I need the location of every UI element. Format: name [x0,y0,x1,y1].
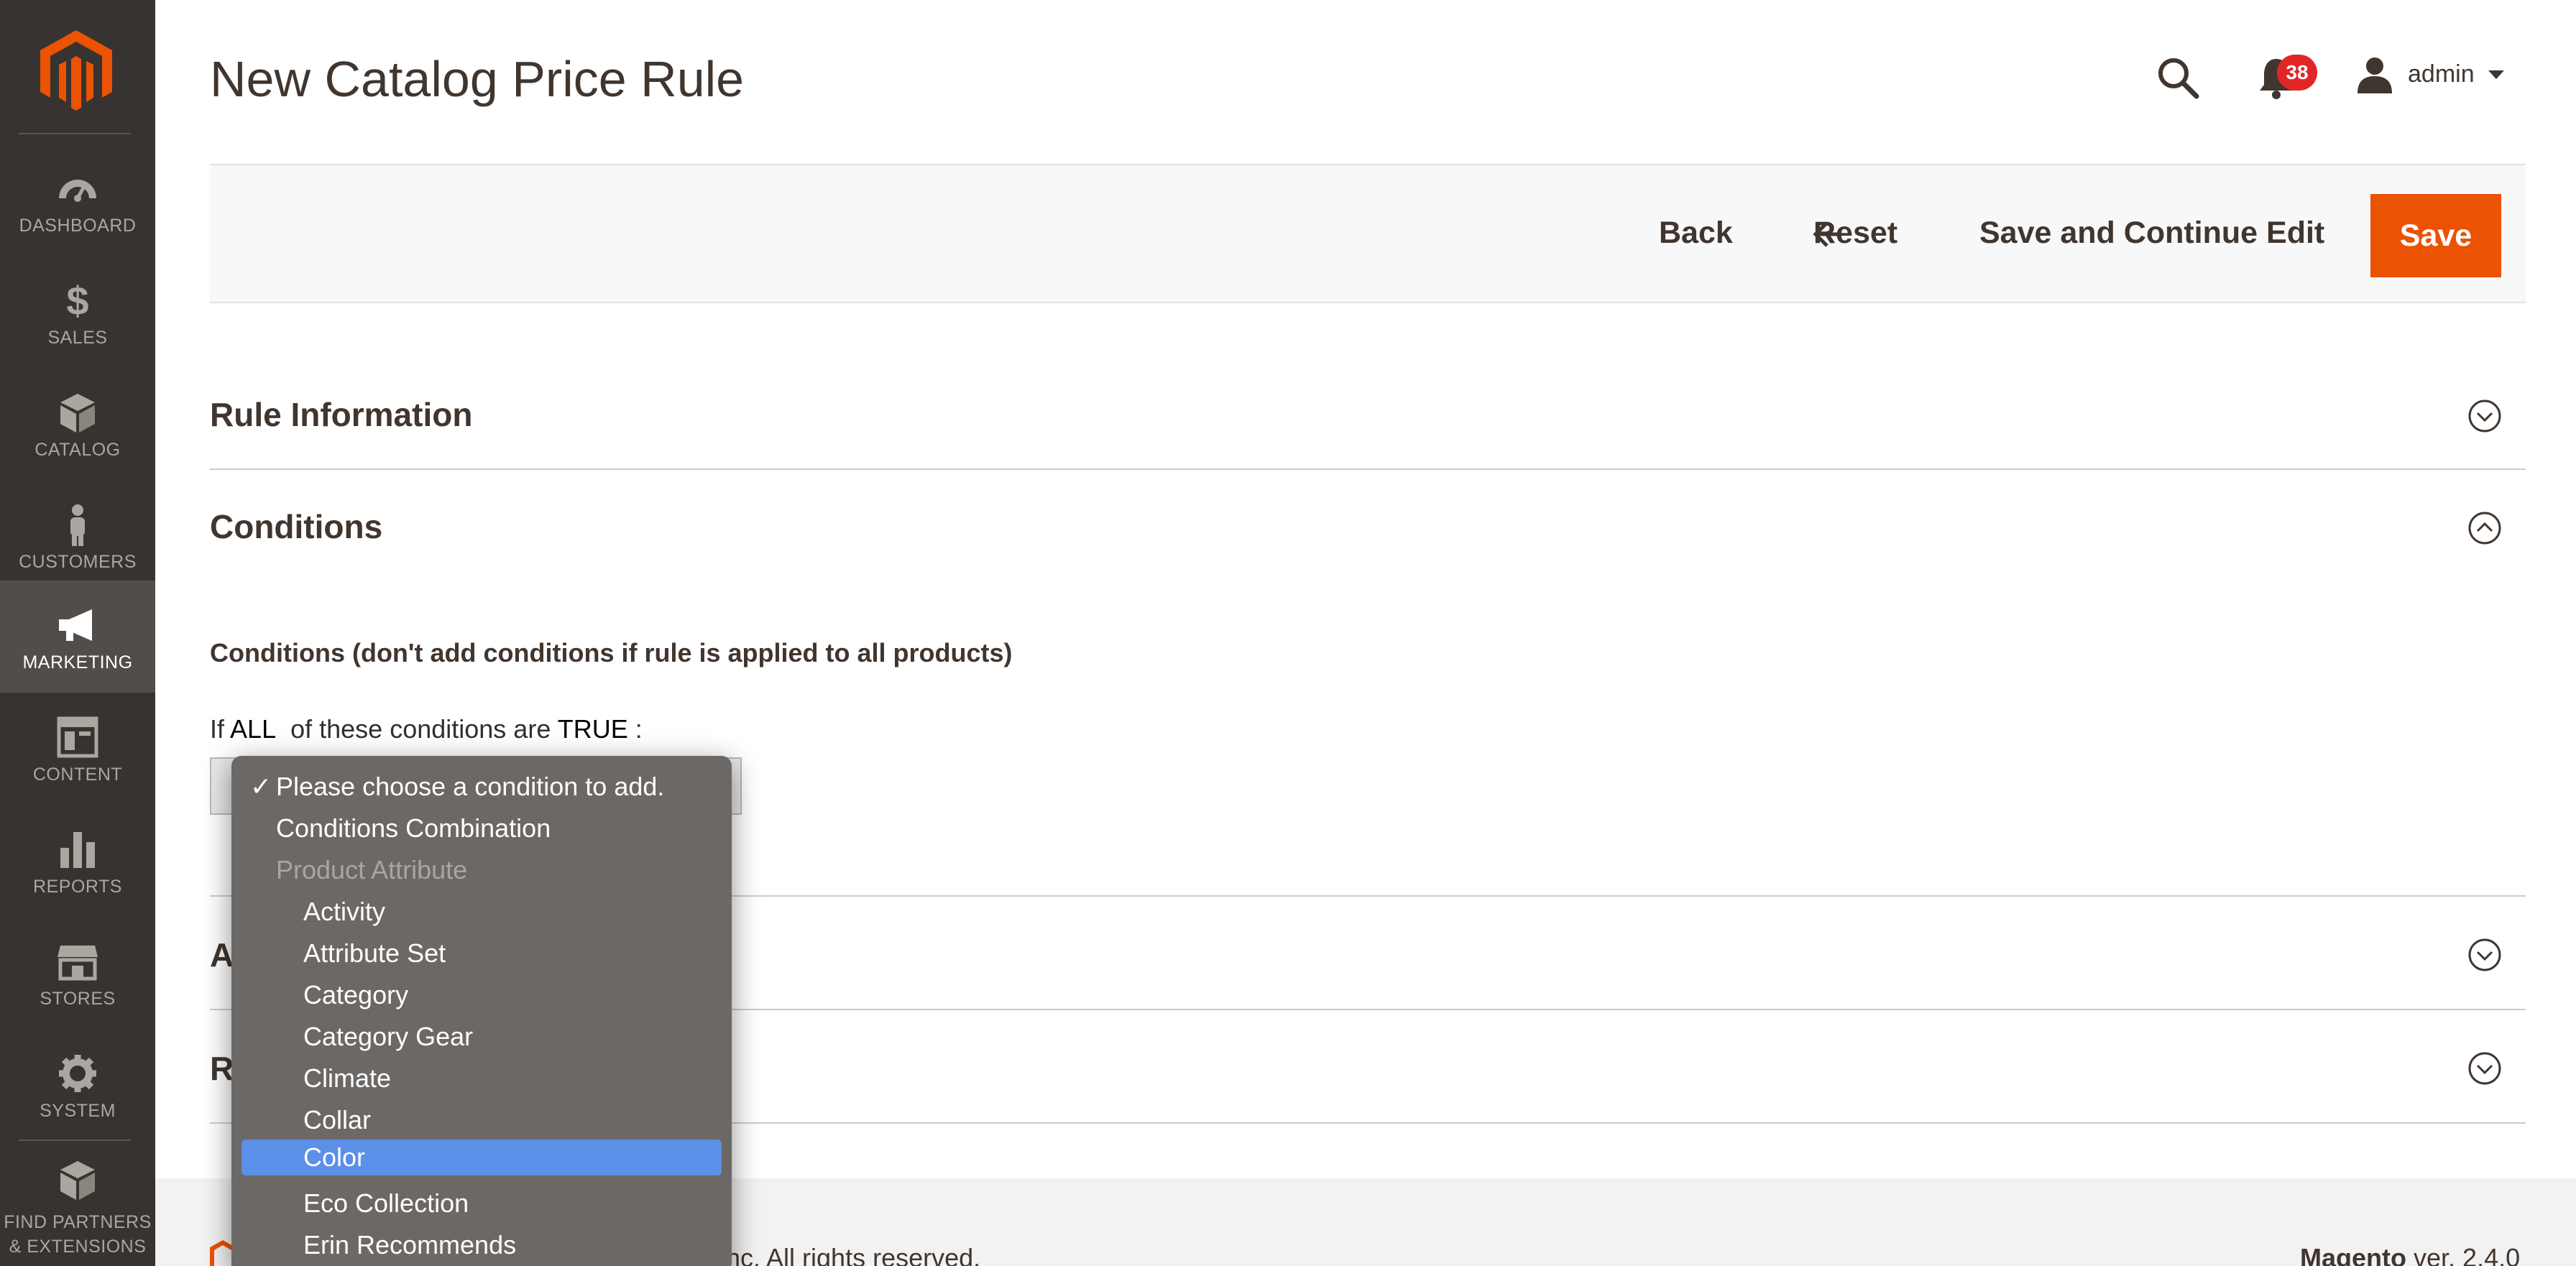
footer-version-number: ver. 2.4.0 [2414,1243,2521,1266]
sidebar-label: SALES [47,328,108,348]
dropdown-option[interactable]: Attribute Set [242,935,722,971]
section-conditions[interactable]: Conditions [210,507,382,546]
sidebar-label: CATALOG [34,440,121,460]
condition-dropdown-menu[interactable]: ✓ Please choose a condition to add. Cond… [231,756,732,1266]
dropdown-option[interactable]: Conditions Combination [242,810,722,846]
sidebar-divider [19,1140,131,1141]
option-label: Activity [303,897,386,926]
dropdown-option[interactable]: Category [242,977,722,1013]
sidebar-label-line: & EXTENSIONS [9,1237,147,1257]
dropdown-option-highlighted[interactable]: Color [242,1140,722,1175]
dropdown-option[interactable]: Collar [242,1102,722,1138]
dashboard-icon [59,180,96,202]
chevron-down-icon[interactable] [2467,398,2503,434]
conditions-if: If [210,714,225,744]
checkmark-icon: ✓ [250,772,272,801]
sidebar-item-customers[interactable]: CUSTOMERS [0,480,155,592]
user-menu[interactable]: admin [2408,60,2475,88]
section-rule-information[interactable]: Rule Information [210,395,472,434]
box-icon [60,1161,95,1200]
store-icon [58,946,98,981]
conditions-aggregator[interactable]: ALL [230,714,276,744]
sidebar-item-catalog[interactable]: CATALOG [0,368,155,480]
conditions-rule-sentence: If ALL of these conditions are TRUE : [210,714,643,744]
dropdown-option[interactable]: Erin Recommends [242,1227,722,1263]
option-label: Please choose a condition to add. [276,772,665,801]
page-actions-toolbar: Back Reset Save and Continue Edit Save [210,164,2526,303]
conditions-suffix: : [635,714,643,744]
sidebar-label: REPORTS [33,877,122,897]
dropdown-optgroup-label: Product Attribute [242,852,722,888]
sidebar-item-reports[interactable]: REPORTS [0,805,155,917]
user-icon[interactable] [2356,56,2393,93]
option-label: Eco Collection [303,1188,469,1218]
option-label: Category Gear [303,1022,474,1051]
megaphone-icon [59,609,92,641]
chevron-down-icon[interactable] [2467,937,2503,973]
option-label: Attribute Set [303,938,446,968]
conditions-middle: of these conditions are [290,714,551,744]
dropdown-option[interactable]: ✓ Please choose a condition to add. [242,769,722,805]
sidebar-item-system[interactable]: SYSTEM [0,1029,155,1141]
cube-icon [60,394,95,433]
sidebar-label: STORES [40,989,116,1009]
footer-copyright: nc. All rights reserved. [726,1243,981,1266]
admin-sidebar: DASHBOARD $ SALES CATALOG CUSTOMERS MARK… [0,0,155,1266]
sidebar-label: MARKETING [22,652,133,673]
sidebar-label: CONTENT [32,764,123,785]
notification-badge[interactable]: 38 [2277,55,2317,91]
option-label: Climate [303,1063,392,1093]
conditions-value[interactable]: TRUE [558,714,628,744]
sidebar-item-marketing[interactable]: MARKETING [0,581,155,693]
footer-version: Magento ver. 2.4.0 [2300,1243,2520,1266]
gear-icon [59,1055,96,1092]
optgroup-label: Product Attribute [276,855,468,884]
option-label: Collar [303,1105,372,1135]
sidebar-label: CUSTOMERS [19,552,137,572]
person-icon [70,504,85,546]
option-label: Category [303,980,409,1009]
dropdown-option[interactable]: Activity [242,894,722,930]
sidebar-label: FIND PARTNERS & EXTENSIONS [0,1210,155,1259]
option-label: Color [303,1142,366,1172]
page-title: New Catalog Price Rule [210,51,745,107]
section-actions[interactable]: A [210,935,234,974]
chevron-up-icon[interactable] [2467,510,2503,546]
sidebar-item-stores[interactable]: STORES [0,917,155,1029]
option-label: Conditions Combination [276,813,551,843]
save-and-continue-button[interactable]: Save and Continue Edit [1979,216,2324,251]
back-button[interactable]: Back [1659,216,1733,251]
sidebar-divider [19,133,131,134]
dropdown-option[interactable]: Eco Collection [242,1186,722,1221]
chevron-down-icon[interactable] [2467,1050,2503,1086]
section-related[interactable]: R [210,1049,234,1088]
section-divider [210,468,2526,470]
dropdown-option[interactable]: Climate [242,1061,722,1096]
sidebar-item-content[interactable]: CONTENT [0,693,155,805]
save-button[interactable]: Save [2370,194,2501,277]
sidebar-label: SYSTEM [40,1101,116,1121]
sidebar-label: DASHBOARD [19,216,137,236]
option-label: Erin Recommends [303,1230,517,1260]
reset-button[interactable]: Reset [1813,216,1898,251]
layout-icon [57,716,98,758]
magento-logo-icon[interactable] [40,30,112,111]
conditions-label: Conditions (don't add conditions if rule… [210,638,1013,667]
sidebar-item-dashboard[interactable]: DASHBOARD [0,144,155,256]
search-icon[interactable] [2156,56,2199,99]
dollar-icon: $ [66,279,88,322]
dropdown-option[interactable]: Category Gear [242,1019,722,1055]
footer-brand: Magento [2300,1243,2406,1266]
svg-text:$: $ [66,279,88,322]
bar-chart-icon [60,832,95,868]
chevron-down-icon[interactable] [2488,70,2504,79]
sidebar-label-line: FIND PARTNERS [4,1212,152,1232]
sidebar-item-sales[interactable]: $ SALES [0,256,155,368]
sidebar-item-find-partners[interactable]: FIND PARTNERS & EXTENSIONS [0,1142,155,1257]
